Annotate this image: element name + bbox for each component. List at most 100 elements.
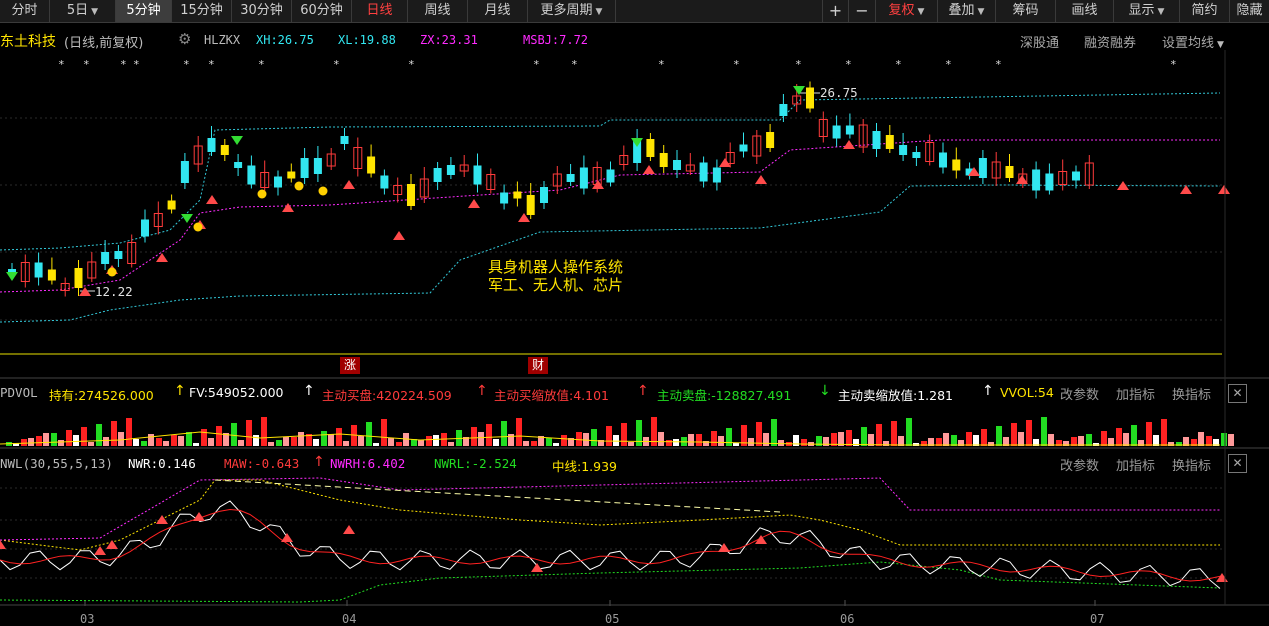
volume-bar [426, 436, 432, 446]
low-price-label: 12.22 [95, 284, 133, 299]
volume-bar [171, 435, 177, 446]
volume-bar [1011, 423, 1017, 446]
volume-bar-secondary [298, 432, 304, 446]
vol-add-indicator-button[interactable]: 加指标 [1116, 384, 1155, 403]
nwl-close-icon[interactable]: ✕ [1228, 454, 1247, 473]
volume-bar [636, 420, 642, 446]
vol-close-icon[interactable]: ✕ [1228, 384, 1247, 403]
volume-bar [1101, 431, 1107, 446]
volume-bar-secondary [1048, 434, 1054, 446]
buy-signal-arrow [181, 214, 193, 223]
kline-chart-canvas[interactable]: * * * * * * * * * * * * * * * * * * * [0, 0, 1269, 626]
volume-bar [711, 431, 717, 446]
sell-signal-arrow [719, 158, 731, 167]
volume-bars [0, 417, 1234, 446]
candle-body [513, 191, 522, 199]
arrow-up-icon: ↑ [637, 383, 649, 399]
nwl-nwrl-value: NWRL:-2.524 [434, 456, 517, 471]
vol-hold-value: 持有:274526.000 [49, 388, 154, 403]
volume-bar-secondary [328, 434, 334, 446]
volume-bar [186, 432, 192, 446]
candle-body [699, 162, 708, 182]
volume-bar [1161, 419, 1167, 446]
vol-switch-indicator-button[interactable]: 换指标 [1172, 384, 1211, 403]
candle-body [274, 176, 282, 188]
candle-body [779, 104, 788, 116]
candle-body [300, 158, 309, 178]
volume-bar [666, 440, 672, 446]
volume-bar [336, 428, 342, 446]
nwl-switch-indicator-button[interactable]: 换指标 [1172, 455, 1211, 474]
top-signal-icon: * [571, 58, 578, 71]
volume-bar [606, 426, 612, 446]
volume-bar-secondary [1153, 435, 1159, 446]
volume-bar [201, 429, 207, 446]
top-signal-icon: * [83, 58, 90, 71]
volume-bar [996, 426, 1002, 446]
volume-bar [951, 435, 957, 446]
buy-signal-arrow [793, 86, 805, 95]
candle-body [646, 139, 655, 157]
candle-body [806, 87, 814, 109]
nwl-indicator-lines [0, 477, 1228, 603]
candle-body [673, 160, 681, 170]
yellow-dot [294, 181, 304, 191]
top-signal-icon: * [408, 58, 415, 71]
volume-bar-secondary [88, 442, 94, 446]
volume-bar-secondary [343, 441, 349, 446]
candle-body [952, 159, 961, 171]
nwl-add-indicator-button[interactable]: 加指标 [1116, 455, 1155, 474]
candle-body [167, 200, 176, 210]
vol-edit-params-button[interactable]: 改参数 [1060, 384, 1099, 403]
candle-body [101, 252, 110, 264]
volume-bar-secondary [658, 432, 664, 446]
vol-indicator-name[interactable]: PDVOL [0, 385, 38, 400]
candle-body [287, 171, 296, 179]
volume-bar [246, 420, 252, 446]
volume-bar [561, 435, 567, 446]
candle-body [1072, 171, 1080, 181]
candle-body [540, 187, 548, 203]
candle-body [939, 152, 947, 168]
x-axis-label: 03 [80, 612, 95, 626]
volume-bar-secondary [1228, 434, 1234, 446]
volume-bar [381, 419, 387, 446]
candle-body [832, 125, 841, 139]
volume-bar-secondary [718, 436, 724, 446]
top-signal-icon: * [733, 58, 740, 71]
volume-bar [66, 430, 72, 446]
high-price-label: 26.75 [820, 85, 858, 100]
vol-active-buy-scale: 主动买缩放值:4.101 [494, 388, 609, 403]
volume-bar [726, 428, 732, 446]
volume-bar [96, 424, 102, 446]
trend-dashed-line [214, 479, 781, 513]
candle-body [766, 132, 775, 148]
volume-bar-secondary [913, 443, 919, 446]
candle-body [526, 195, 535, 215]
volume-bar-secondary [28, 438, 34, 446]
top-signal-icon: * [795, 58, 802, 71]
buy-signal-arrow [231, 136, 243, 145]
nwl-maw-value: MAW:-0.643 [224, 456, 300, 471]
volume-bar-secondary [118, 432, 124, 446]
nwl-edit-params-button[interactable]: 改参数 [1060, 455, 1099, 474]
nwl-indicator-name[interactable]: NWL(30,55,5,13) [0, 456, 113, 471]
volume-bar-secondary [193, 443, 199, 446]
volume-bar [1131, 425, 1137, 446]
yellow-dot [107, 267, 117, 277]
top-signal-icon: * [133, 58, 140, 71]
volume-bar-secondary [688, 434, 694, 446]
volume-bar-secondary [448, 442, 454, 446]
event-marker-zhang[interactable]: 涨 [340, 357, 360, 374]
event-marker-cai[interactable]: 财 [528, 357, 548, 374]
sell-signal-arrow [755, 175, 767, 184]
volume-bar [501, 421, 507, 446]
nwl-nwrh-value: NWRH:6.402 [330, 456, 406, 471]
candle-body [446, 165, 455, 175]
nwl-signal-arrow [1216, 573, 1228, 582]
volume-bar-secondary [973, 435, 979, 446]
volume-bar [1221, 433, 1227, 446]
panel-dividers [0, 50, 1269, 606]
volume-bar [621, 423, 627, 446]
volume-bar [696, 434, 702, 446]
